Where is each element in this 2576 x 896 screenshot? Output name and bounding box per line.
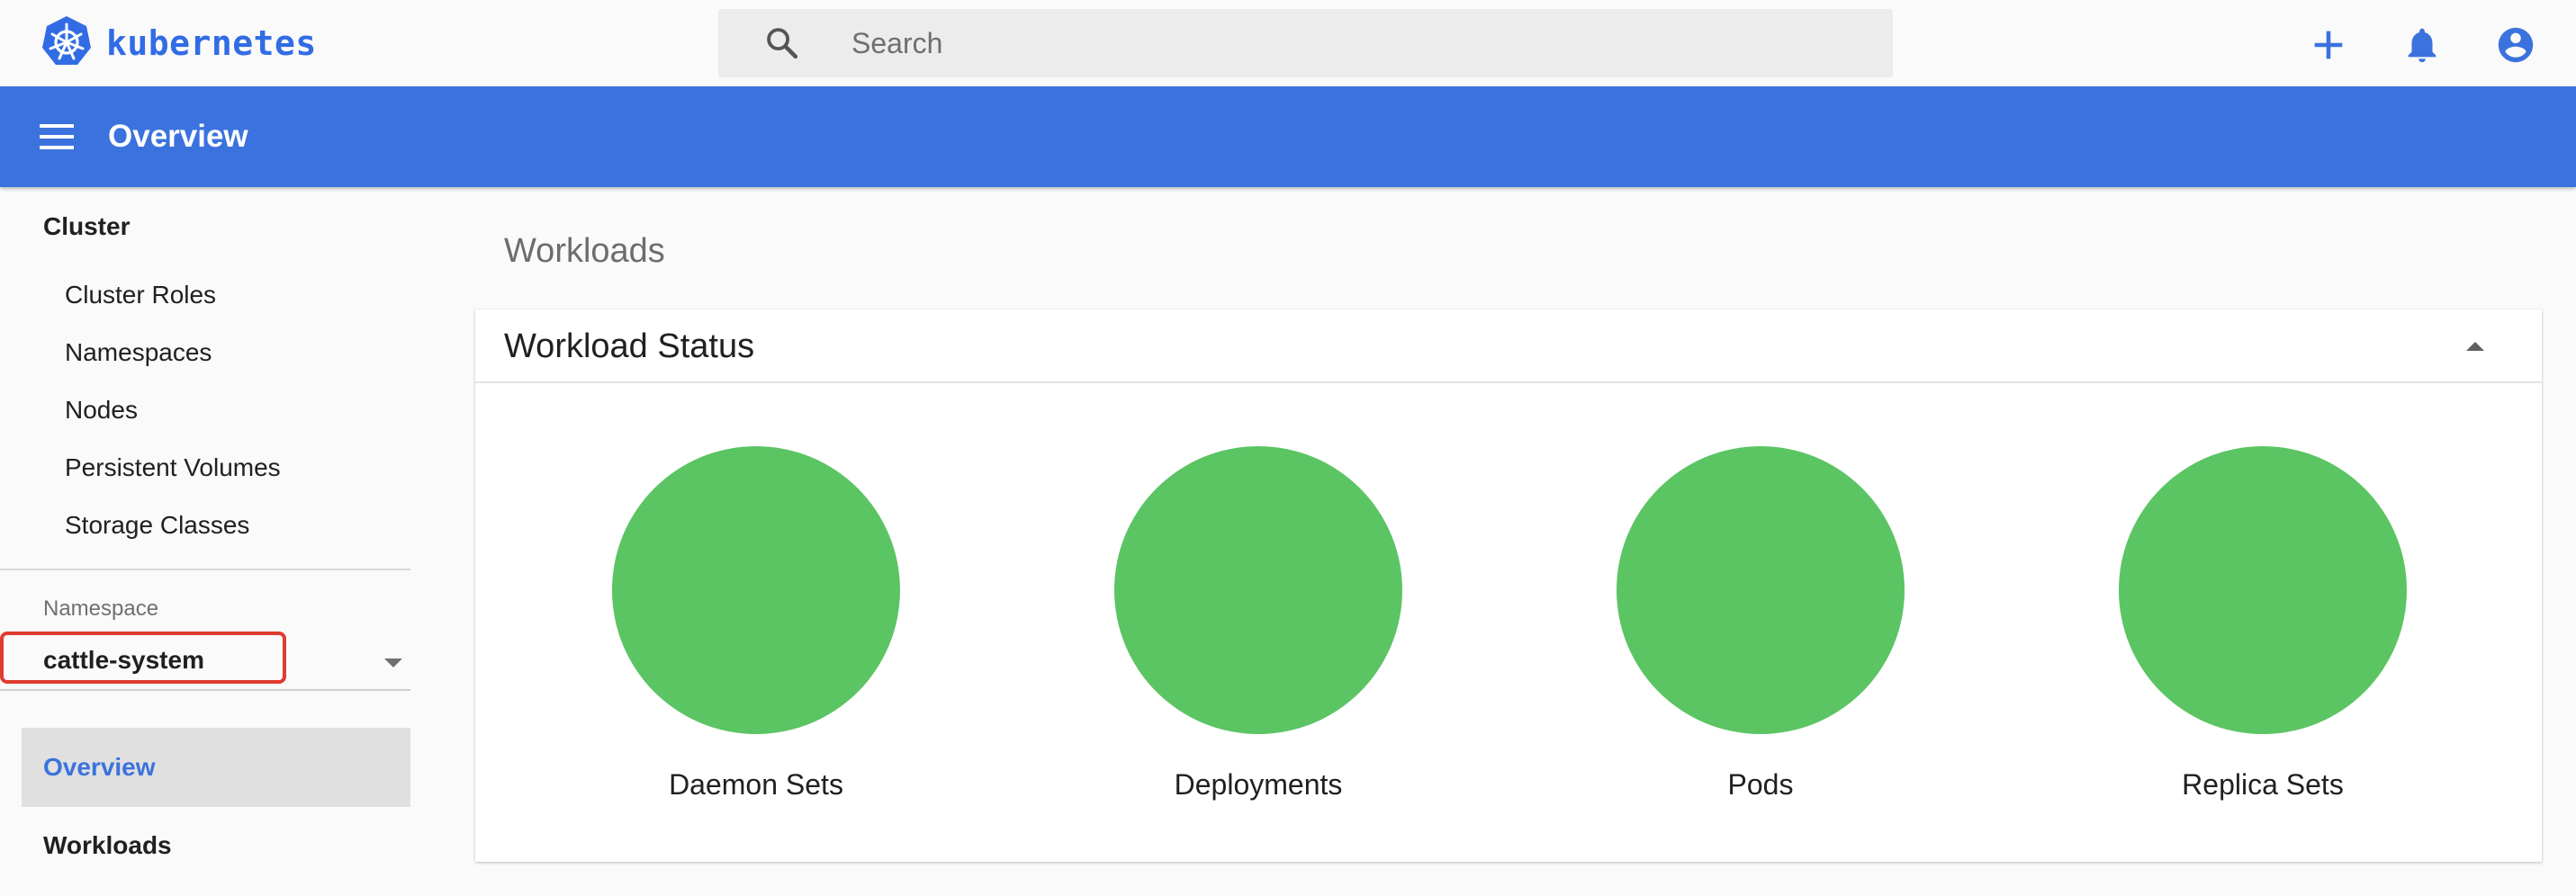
- namespace-selected-value: cattle-system: [43, 646, 204, 674]
- collapse-arrow-up-icon[interactable]: [2464, 336, 2486, 354]
- search-bar[interactable]: [718, 9, 1893, 77]
- sidebar-item-overview[interactable]: Overview: [22, 728, 410, 807]
- status-label: Daemon Sets: [669, 768, 843, 801]
- status-circle: [612, 446, 900, 734]
- search-icon: [767, 28, 798, 59]
- sidebar-item-storage-classes[interactable]: Storage Classes: [65, 511, 249, 540]
- sidebar-item-label: Overview: [43, 753, 156, 781]
- namespace-underline: [0, 689, 410, 691]
- status-item-deployments[interactable]: Deployments: [1078, 446, 1438, 806]
- status-item-pods[interactable]: Pods: [1581, 446, 1941, 806]
- notifications-button[interactable]: [2399, 22, 2445, 68]
- top-toolbar: kubernetes: [0, 0, 2576, 86]
- sidebar-item-nodes[interactable]: Nodes: [65, 396, 138, 425]
- sidebar-item-cluster-roles[interactable]: Cluster Roles: [65, 281, 216, 309]
- status-label: Deployments: [1174, 768, 1343, 801]
- status-circle: [2119, 446, 2407, 734]
- status-label: Replica Sets: [2182, 768, 2344, 801]
- card-header: Workload Status: [475, 309, 2542, 383]
- search-input[interactable]: [851, 9, 1842, 77]
- status-circle: [1114, 446, 1402, 734]
- hamburger-menu-icon[interactable]: [36, 117, 77, 157]
- sidebar-heading-cluster[interactable]: Cluster: [43, 212, 130, 241]
- kubernetes-logo-icon: [40, 14, 94, 73]
- namespace-select[interactable]: cattle-system: [0, 632, 410, 691]
- sidebar-divider: [0, 569, 410, 570]
- sidebar-item-workloads[interactable]: Workloads: [43, 831, 172, 860]
- page-title: Overview: [108, 119, 248, 154]
- status-item-replica-sets[interactable]: Replica Sets: [2083, 446, 2443, 806]
- plus-icon: [2314, 31, 2343, 59]
- status-circle: [1617, 446, 1905, 734]
- bell-icon: [2408, 28, 2436, 63]
- status-label: Pods: [1727, 768, 1794, 801]
- sidebar: Cluster Cluster Roles Namespaces Nodes P…: [0, 187, 410, 896]
- title-bar: Overview: [0, 86, 2576, 187]
- card-title: Workload Status: [504, 327, 755, 365]
- sidebar-item-persistent-volumes[interactable]: Persistent Volumes: [65, 453, 281, 482]
- dropdown-arrow-icon: [384, 659, 402, 668]
- create-button[interactable]: [2305, 22, 2352, 68]
- section-title-workloads: Workloads: [504, 232, 665, 270]
- status-item-daemon-sets[interactable]: Daemon Sets: [576, 446, 936, 806]
- workload-status-card: Workload Status Daemon Sets Deployments …: [475, 309, 2542, 862]
- account-button[interactable]: [2492, 22, 2539, 68]
- brand[interactable]: kubernetes: [40, 14, 317, 73]
- sidebar-item-namespaces[interactable]: Namespaces: [65, 338, 212, 367]
- namespace-label: Namespace: [43, 596, 159, 621]
- account-circle-icon: [2498, 27, 2534, 63]
- brand-name: kubernetes: [106, 23, 317, 63]
